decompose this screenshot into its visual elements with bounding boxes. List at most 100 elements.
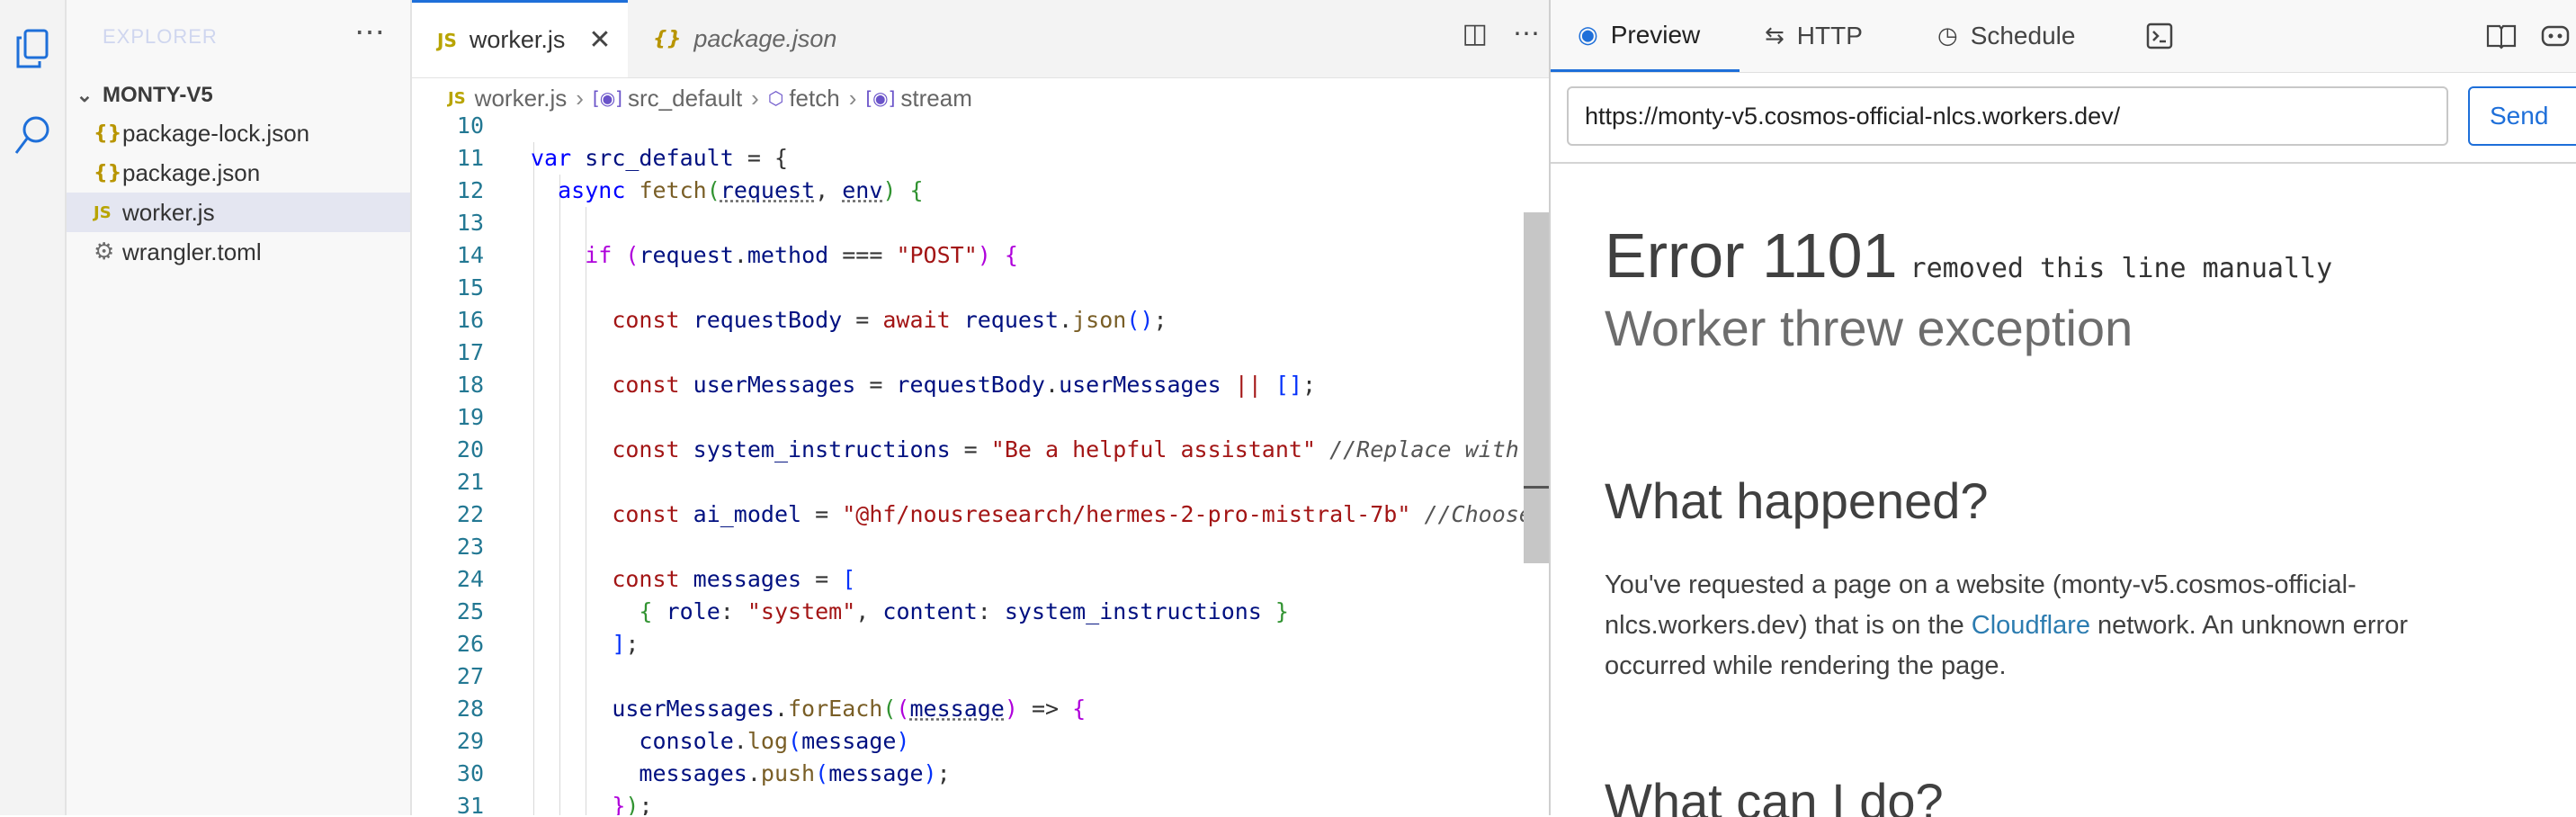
line-number: 25 <box>456 598 484 624</box>
file-name: package-lock.json <box>122 119 310 147</box>
line-number: 31 <box>456 793 484 815</box>
code-token: env <box>842 177 883 203</box>
explorer-header: EXPLORER ⋯ <box>67 0 410 77</box>
section-heading: What can I do? <box>1605 773 1944 817</box>
editor-actions: ◫ ⋯ <box>1462 18 1540 49</box>
code-token: content <box>882 598 978 624</box>
search-icon[interactable] <box>0 108 65 162</box>
more-actions-icon[interactable]: ⋯ <box>354 14 385 50</box>
tab-schedule[interactable]: ◷ Schedule <box>1937 0 2135 72</box>
code-token: request <box>963 307 1060 333</box>
code-token: const <box>612 436 680 462</box>
project-name: MONTY-V5 <box>103 83 213 107</box>
book-icon[interactable] <box>2486 0 2531 72</box>
code-editor[interactable]: 10 11 var src_default = { 12 async fetch(… <box>412 110 1527 815</box>
code-token: userMessages <box>612 696 774 722</box>
split-editor-icon[interactable]: ◫ <box>1462 18 1488 49</box>
code-token: await <box>882 307 951 333</box>
code-token: //Replace with you <box>1329 436 1519 462</box>
cloudflare-link[interactable]: Cloudflare <box>1972 611 2090 640</box>
code-token: "system" <box>747 598 856 624</box>
code-token: src_default <box>585 145 734 171</box>
chevron-right-icon: › <box>576 84 584 112</box>
js-icon: JS <box>448 88 466 108</box>
file-item-wrangler-toml[interactable]: ⚙ wrangler.toml <box>67 232 410 272</box>
discord-icon[interactable] <box>2540 0 2576 72</box>
line-number: 22 <box>456 501 484 527</box>
line-number: 20 <box>456 436 484 462</box>
tab-package-json[interactable]: {} package.json <box>628 0 844 77</box>
line-number: 18 <box>456 372 484 398</box>
code-token: forEach <box>788 696 883 722</box>
file-name: package.json <box>122 158 261 186</box>
code-token: = { <box>733 145 789 171</box>
url-input[interactable] <box>1567 86 2448 146</box>
line-number: 17 <box>456 339 484 365</box>
code-token: log <box>747 728 788 754</box>
variable-icon: [◉] <box>865 87 896 109</box>
tab-worker-js[interactable]: JS worker.js ✕ <box>412 0 628 77</box>
close-icon[interactable]: ✕ <box>588 24 611 56</box>
tab-label: package.json <box>693 24 837 52</box>
file-item-worker-js[interactable]: JS worker.js <box>67 193 410 232</box>
error-note: removed this line manually <box>1910 253 2333 284</box>
arrows-icon: ⇆ <box>1765 22 1784 49</box>
line-number: 11 <box>456 145 484 171</box>
code-token: //Choose an <box>1424 501 1527 527</box>
editor-area: JS worker.js ✕ {} package.json ◫ ⋯ JS wo… <box>412 0 1549 815</box>
editor-scrollbar[interactable] <box>1524 212 1549 563</box>
terminal-icon[interactable] <box>2146 0 2200 72</box>
chevron-right-icon: › <box>751 84 759 112</box>
scrollbar-marker <box>1524 486 1549 489</box>
gear-icon: ⚙ <box>94 238 115 265</box>
code-token: message <box>909 696 1005 722</box>
code-token: json <box>1072 307 1127 333</box>
code-token: if <box>585 242 613 268</box>
code-token: fetch <box>639 177 707 203</box>
file-item-package-lock[interactable]: {} package-lock.json <box>67 113 410 153</box>
line-number: 19 <box>456 404 484 430</box>
code-token: ai_model <box>693 501 802 527</box>
code-token: async <box>558 177 626 203</box>
code-token: "POST" <box>896 242 978 268</box>
line-number: 26 <box>456 631 484 657</box>
explorer-panel: EXPLORER ⋯ ⌄ MONTY-V5 {} package-lock.js… <box>67 0 412 815</box>
explorer-title: EXPLORER <box>103 25 218 48</box>
code-token: console <box>639 728 734 754</box>
line-number: 13 <box>456 210 484 236</box>
code-token: push <box>760 760 816 786</box>
line-number: 24 <box>456 566 484 592</box>
line-number: 16 <box>456 307 484 333</box>
code-token: const <box>612 566 680 592</box>
breadcrumb-item[interactable]: fetch <box>789 85 839 112</box>
js-icon: JS <box>94 202 112 222</box>
file-item-package-json[interactable]: {} package.json <box>67 153 410 193</box>
tab-label: Schedule <box>1970 22 2076 49</box>
file-name: worker.js <box>122 198 215 226</box>
tab-preview[interactable]: ◉ Preview <box>1551 0 1740 72</box>
variable-icon: [◉] <box>592 87 622 109</box>
send-button[interactable]: Send <box>2468 86 2576 146</box>
more-actions-icon[interactable]: ⋯ <box>1513 18 1540 49</box>
error-heading: Error 1101 removed this line manually <box>1605 220 2332 292</box>
code-token: message <box>801 728 897 754</box>
error-title: Worker threw exception <box>1605 300 2133 356</box>
files-icon[interactable] <box>0 22 65 76</box>
chevron-down-icon: ⌄ <box>76 84 94 106</box>
code-token: const <box>612 372 680 398</box>
tab-http[interactable]: ⇆ HTTP <box>1765 0 1918 72</box>
line-number: 12 <box>456 177 484 203</box>
line-number: 14 <box>456 242 484 268</box>
breadcrumb-item[interactable]: stream <box>900 85 971 112</box>
editor-tabs: JS worker.js ✕ {} package.json ◫ ⋯ <box>412 0 1549 78</box>
breadcrumb-item[interactable]: src_default <box>628 85 742 112</box>
code-token: message <box>828 760 924 786</box>
code-token: const <box>612 307 680 333</box>
json-icon: {} <box>94 161 122 184</box>
code-token: "Be a helpful assistant" <box>990 436 1317 462</box>
code-token: "@hf/nousresearch/hermes-2-pro-mistral-7… <box>842 501 1411 527</box>
line-number: 21 <box>456 469 484 495</box>
preview-content: Error 1101 removed this line manually Wor… <box>1551 162 2576 817</box>
project-folder[interactable]: ⌄ MONTY-V5 <box>67 77 410 113</box>
breadcrumb-item[interactable]: worker.js <box>475 85 568 112</box>
